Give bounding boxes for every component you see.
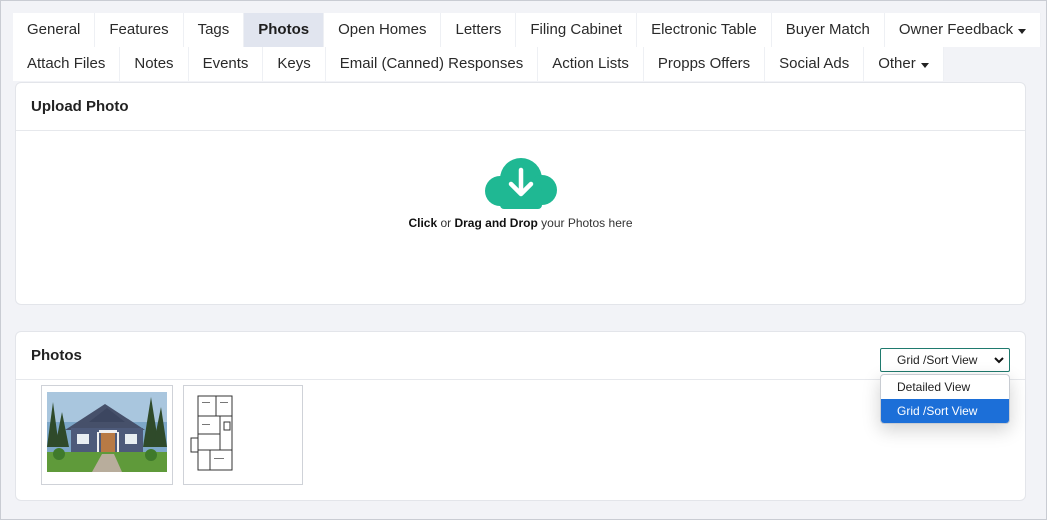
floor-plan-image bbox=[190, 394, 240, 474]
tab-row-1: General Features Tags Photos Open Homes … bbox=[13, 13, 1042, 47]
photo-thumbnail[interactable] bbox=[41, 385, 173, 485]
tab-label: Owner Feedback bbox=[898, 21, 1014, 38]
tab-label: Letters bbox=[455, 21, 502, 38]
tab-row-2: Attach Files Notes Events Keys Email (Ca… bbox=[13, 47, 1033, 81]
tab-label: Action Lists bbox=[552, 55, 629, 72]
tab-events[interactable]: Events bbox=[188, 47, 264, 81]
view-mode-select[interactable]: Grid /Sort View bbox=[880, 348, 1010, 372]
tab-owner-feedback[interactable]: Owner Feedback bbox=[884, 13, 1042, 47]
tab-electronic-table[interactable]: Electronic Table bbox=[637, 13, 772, 47]
tab-label: Electronic Table bbox=[651, 21, 757, 38]
option-detailed-view[interactable]: Detailed View bbox=[881, 375, 1009, 399]
house-photo-image bbox=[47, 392, 167, 472]
tab-propps-offers[interactable]: Propps Offers bbox=[643, 47, 766, 81]
tab-filing-cabinet[interactable]: Filing Cabinet bbox=[516, 13, 638, 47]
photos-title: Photos bbox=[16, 332, 1025, 380]
tab-label: Other bbox=[878, 55, 916, 72]
tab-general[interactable]: General bbox=[13, 13, 96, 47]
tab-letters[interactable]: Letters bbox=[441, 13, 517, 47]
tab-other[interactable]: Other bbox=[864, 47, 944, 81]
tab-label: Keys bbox=[277, 55, 311, 72]
option-grid-sort-view[interactable]: Grid /Sort View bbox=[881, 399, 1009, 423]
upload-photo-title: Upload Photo bbox=[16, 83, 1025, 131]
tab-label: Tags bbox=[197, 21, 230, 38]
tab-photos[interactable]: Photos bbox=[244, 13, 325, 47]
tab-label: Events bbox=[202, 55, 249, 72]
tab-label: Photos bbox=[258, 21, 310, 38]
tab-tags[interactable]: Tags bbox=[183, 13, 245, 47]
caret-down-icon bbox=[1018, 28, 1027, 34]
cloud-download-icon bbox=[485, 158, 557, 209]
tab-keys[interactable]: Keys bbox=[263, 47, 326, 81]
tab-label: Email (Canned) Responses bbox=[339, 55, 524, 72]
tab-social-ads[interactable]: Social Ads bbox=[765, 47, 865, 81]
click-label[interactable]: Click bbox=[408, 216, 437, 230]
tab-action-lists[interactable]: Action Lists bbox=[538, 47, 644, 81]
tab-buyer-match[interactable]: Buyer Match bbox=[771, 13, 885, 47]
caret-down-icon bbox=[920, 62, 929, 68]
tab-label: Buyer Match bbox=[785, 21, 870, 38]
tab-bar: General Features Tags Photos Open Homes … bbox=[13, 13, 1042, 81]
tab-features[interactable]: Features bbox=[95, 13, 184, 47]
tab-label: Propps Offers bbox=[657, 55, 751, 72]
chevron-down-icon bbox=[994, 357, 1004, 364]
upload-instructions: Click or Drag and Drop your Photos here bbox=[16, 216, 1025, 230]
tab-attach-files[interactable]: Attach Files bbox=[13, 47, 121, 81]
tab-label: Attach Files bbox=[27, 55, 106, 72]
view-mode-dropdown: Detailed View Grid /Sort View bbox=[880, 374, 1010, 424]
tab-open-homes[interactable]: Open Homes bbox=[324, 13, 442, 47]
tab-label: Social Ads bbox=[779, 55, 850, 72]
photo-thumbnail[interactable] bbox=[183, 385, 303, 485]
tab-label: Open Homes bbox=[338, 21, 427, 38]
photo-dropzone[interactable]: Click or Drag and Drop your Photos here bbox=[16, 131, 1025, 305]
tab-email-responses[interactable]: Email (Canned) Responses bbox=[325, 47, 539, 81]
tab-label: General bbox=[27, 21, 81, 38]
tab-label: Filing Cabinet bbox=[530, 21, 623, 38]
photos-panel: Photos Grid /Sort View Detailed View Gri… bbox=[15, 331, 1026, 501]
tab-label: Features bbox=[109, 21, 169, 38]
drag-drop-label: Drag and Drop bbox=[454, 216, 538, 230]
or-label: or bbox=[437, 216, 455, 230]
upload-suffix-label: your Photos here bbox=[537, 216, 633, 230]
tab-label: Notes bbox=[134, 55, 174, 72]
view-mode-value: Grid /Sort View bbox=[897, 353, 978, 367]
tab-notes[interactable]: Notes bbox=[120, 47, 189, 81]
upload-photo-panel: Upload Photo Click or Drag and Drop your… bbox=[15, 82, 1026, 305]
